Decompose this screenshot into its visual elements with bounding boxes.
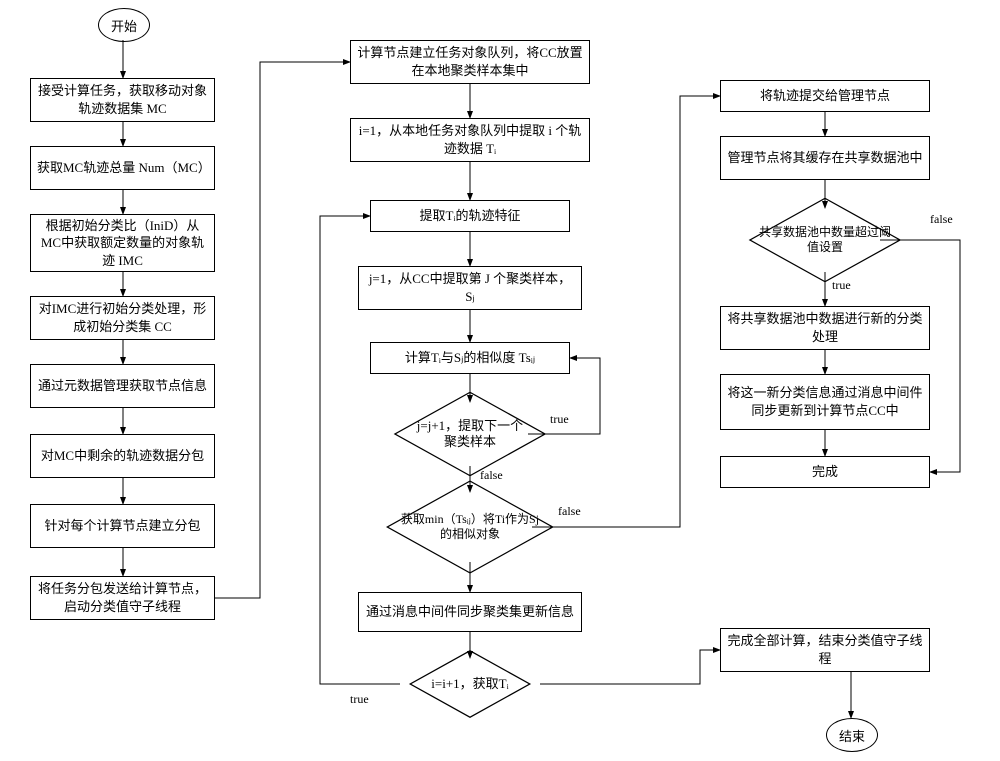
text: 计算Tᵢ与Sⱼ的相似度 Tsᵢⱼ	[405, 349, 535, 367]
text: j=j+1，提取下一个聚类样本	[416, 418, 524, 451]
lbl-c2d1-false: false	[480, 468, 503, 483]
c2-b2: i=1，从本地任务对象队列中提取 i 个轨迹数据 Tᵢ	[350, 118, 590, 162]
c3-b2: 管理节点将其缓存在共享数据池中	[720, 136, 930, 180]
start-terminal: 开始	[98, 8, 150, 42]
c2-b4: j=1，从CC中提取第 J 个聚类样本，Sⱼ	[358, 266, 582, 310]
end-text: 结束	[839, 726, 865, 745]
c2-b3: 提取Tᵢ的轨迹特征	[370, 200, 570, 232]
c2-b6: 通过消息中间件同步聚类集更新信息	[358, 592, 582, 632]
c3-b1: 将轨迹提交给管理节点	[720, 80, 930, 112]
text: 计算节点建立任务对象队列，将CC放置在本地聚类样本集中	[357, 44, 583, 79]
text: 对MC中剩余的轨迹数据分包	[41, 447, 204, 465]
text: i=1，从本地任务对象队列中提取 i 个轨迹数据 Tᵢ	[357, 122, 583, 157]
text: 将这一新分类信息通过消息中间件同步更新到计算节点CC中	[727, 384, 923, 419]
lbl-c2d3-true: true	[350, 692, 369, 707]
c1-b7: 针对每个计算节点建立分包	[30, 504, 215, 548]
text: 提取Tᵢ的轨迹特征	[419, 207, 520, 225]
c1-b5: 通过元数据管理获取节点信息	[30, 364, 215, 408]
c2-b1: 计算节点建立任务对象队列，将CC放置在本地聚类样本集中	[350, 40, 590, 84]
c2-d2: 获取min（Tsᵢⱼ）将Ti作为Sj的相似对象	[437, 494, 503, 560]
text: 共享数据池中数量超过阈值设置	[759, 225, 891, 255]
c2-d3: i=i+1，获取Tᵢ	[446, 660, 494, 708]
lbl-c3d1-true: true	[832, 278, 851, 293]
c3-b3: 将共享数据池中数据进行新的分类处理	[720, 306, 930, 350]
start-text: 开始	[111, 16, 137, 35]
c1-b4: 对IMC进行初始分类处理，形成初始分类集 CC	[30, 296, 215, 340]
c1-b8: 将任务分包发送给计算节点，启动分类值守子线程	[30, 576, 215, 620]
text: 将任务分包发送给计算节点，启动分类值守子线程	[37, 580, 208, 615]
text: 完成全部计算，结束分类值守子线程	[727, 632, 923, 667]
text: 对IMC进行初始分类处理，形成初始分类集 CC	[37, 300, 208, 335]
c1-b6: 对MC中剩余的轨迹数据分包	[30, 434, 215, 478]
text: j=1，从CC中提取第 J 个聚类样本，Sⱼ	[365, 270, 575, 305]
text: 获取MC轨迹总量 Num（MC）	[37, 159, 208, 177]
text: 管理节点将其缓存在共享数据池中	[727, 149, 922, 167]
c2-d1: j=j+1，提取下一个聚类样本	[440, 404, 500, 464]
c2-b5: 计算Tᵢ与Sⱼ的相似度 Tsᵢⱼ	[370, 342, 570, 374]
end-terminal: 结束	[826, 718, 878, 752]
c3-d1: 共享数据池中数量超过阈值设置	[795, 210, 855, 270]
text: 针对每个计算节点建立分包	[44, 517, 200, 535]
lbl-c2d2-false: false	[558, 504, 581, 519]
c1-b3: 根据初始分类比（IniD）从MC中获取额定数量的对象轨迹 IMC	[30, 214, 215, 272]
text: 通过元数据管理获取节点信息	[38, 377, 207, 395]
text: 完成	[812, 463, 838, 481]
text: 获取min（Tsᵢⱼ）将Ti作为Sj的相似对象	[397, 512, 542, 542]
text: 将轨迹提交给管理节点	[760, 87, 890, 105]
text: 将共享数据池中数据进行新的分类处理	[727, 310, 923, 345]
text: 接受计算任务，获取移动对象轨迹数据集 MC	[37, 82, 208, 117]
c1-b2: 获取MC轨迹总量 Num（MC）	[30, 146, 215, 190]
text: 通过消息中间件同步聚类集更新信息	[366, 603, 574, 621]
c3-b5: 完成	[720, 456, 930, 488]
text: i=i+1，获取Tᵢ	[431, 676, 508, 692]
c3-b6: 完成全部计算，结束分类值守子线程	[720, 628, 930, 672]
text: 根据初始分类比（IniD）从MC中获取额定数量的对象轨迹 IMC	[37, 217, 208, 270]
lbl-c2d1-true: true	[550, 412, 569, 427]
c3-b4: 将这一新分类信息通过消息中间件同步更新到计算节点CC中	[720, 374, 930, 430]
lbl-c3d1-false: false	[930, 212, 953, 227]
c1-b1: 接受计算任务，获取移动对象轨迹数据集 MC	[30, 78, 215, 122]
